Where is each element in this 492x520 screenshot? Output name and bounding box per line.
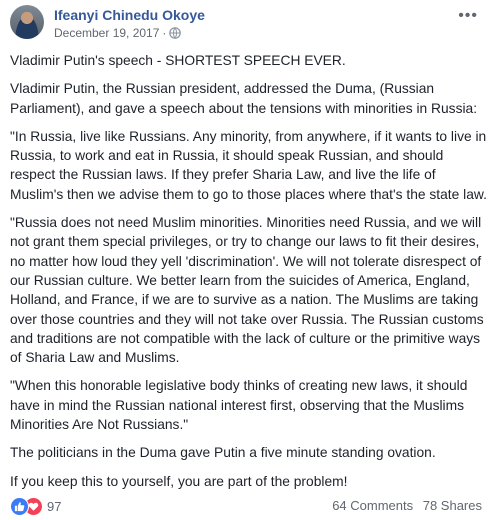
post-paragraph: "In Russia, live like Russians. Any mino… — [10, 128, 487, 202]
post-paragraph: The politicians in the Duma gave Putin a… — [10, 445, 436, 461]
like-reaction-icon[interactable] — [10, 497, 29, 516]
comments-count-link[interactable]: 64 Comments — [332, 498, 413, 513]
more-options-icon[interactable]: ••• — [458, 7, 478, 25]
engagement-stats: 64 Comments 78 Shares — [332, 498, 482, 513]
reaction-count[interactable]: 97 — [47, 499, 61, 514]
post-paragraph: "When this honorable legislative body th… — [10, 378, 468, 433]
author-name[interactable]: Ifeanyi Chinedu Okoye — [54, 7, 205, 23]
post-paragraph: If you keep this to yourself, you are pa… — [10, 473, 348, 489]
meta-separator: · — [162, 26, 167, 40]
post-meta: December 19, 2017 · — [54, 26, 182, 42]
shares-count-link[interactable]: 78 Shares — [423, 498, 482, 513]
post-paragraph: "Russia does not need Muslim minorities.… — [10, 215, 484, 366]
reactions-summary[interactable]: 97 — [10, 497, 61, 516]
author-avatar[interactable] — [10, 5, 44, 39]
post-date[interactable]: December 19, 2017 — [54, 26, 159, 40]
post-paragraph: Vladimir Putin, the Russian president, a… — [10, 81, 478, 116]
facebook-post: Ifeanyi Chinedu Okoye December 19, 2017 ·… — [0, 0, 492, 520]
post-header: Ifeanyi Chinedu Okoye December 19, 2017 ·… — [10, 5, 482, 41]
post-paragraph: Vladimir Putin's speech - SHORTEST SPEEC… — [10, 53, 346, 68]
globe-icon[interactable] — [169, 27, 182, 42]
post-body: Vladimir Putin's speech - SHORTEST SPEEC… — [10, 51, 488, 500]
post-footer: 97 64 Comments 78 Shares — [10, 496, 482, 516]
